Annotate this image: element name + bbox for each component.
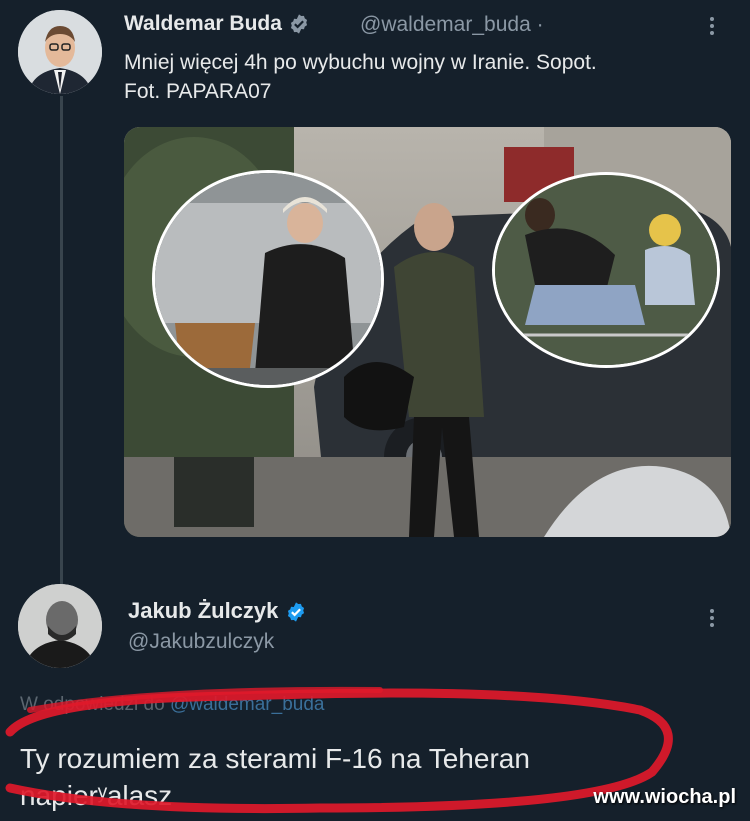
tweet-separator-dot: · xyxy=(536,13,544,36)
verified-badge-icon xyxy=(290,14,307,35)
reply-author-name-text: Jakub Żulczyk xyxy=(128,598,279,623)
watermark: www.wiocha.pl xyxy=(593,786,736,808)
tweet-handle-text: @waldemar_buda xyxy=(360,13,531,36)
photo-inset-left xyxy=(152,170,384,388)
tweet-author-name-text: Waldemar Buda xyxy=(124,12,282,35)
tweet-author-handle[interactable]: @waldemar_buda · xyxy=(360,13,544,37)
reply-author-handle[interactable]: @Jakubzulczyk xyxy=(128,630,274,654)
verified-badge-icon xyxy=(287,602,304,622)
tweet-text-line-1: Mniej więcej 4h po wybuchu wojny w Irani… xyxy=(124,51,597,74)
avatar-jakub-zulczyk[interactable] xyxy=(18,584,102,668)
avatar-waldemar-buda[interactable] xyxy=(18,10,102,94)
tweet-author-name[interactable]: Waldemar Buda xyxy=(124,12,310,36)
more-options-icon[interactable] xyxy=(710,606,714,630)
photo-inset-right xyxy=(492,172,720,368)
more-options-icon[interactable] xyxy=(710,14,714,38)
reply-author-name[interactable]: Jakub Żulczyk xyxy=(128,598,307,624)
tweet-photo[interactable] xyxy=(124,127,731,537)
tweet-text: Mniej więcej 4h po wybuchu wojny w Irani… xyxy=(124,48,597,106)
tweet-text-line-2: Fot. PAPARA07 xyxy=(124,80,272,103)
thread-connector-line xyxy=(60,96,63,584)
